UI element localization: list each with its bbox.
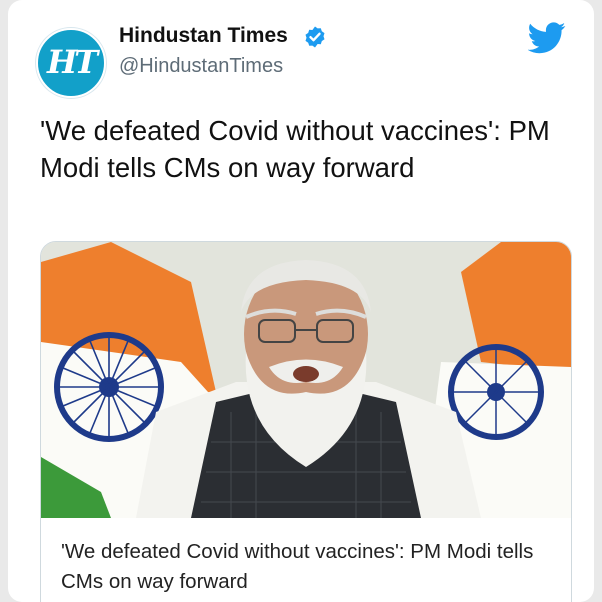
avatar-logo-text: HT [46, 43, 98, 81]
link-preview-image[interactable] [41, 242, 571, 518]
tweet-card[interactable]: HT Hindustan Times @HindustanTimes 'We d… [8, 0, 594, 602]
link-preview-card[interactable]: 'We defeated Covid without vaccines': PM… [40, 241, 572, 602]
avatar[interactable]: HT [36, 28, 106, 98]
verified-badge-icon [305, 26, 325, 48]
tweet-text: 'We defeated Covid without vaccines': PM… [40, 115, 550, 183]
twitter-bird-icon[interactable] [528, 22, 566, 54]
tweet-header: HT Hindustan Times @HindustanTimes [8, 0, 594, 100]
author-display-name[interactable]: Hindustan Times [119, 24, 288, 48]
link-preview-title[interactable]: 'We defeated Covid without vaccines': PM… [61, 537, 551, 597]
author-handle[interactable]: @HindustanTimes [119, 55, 283, 78]
news-photo [41, 242, 571, 518]
